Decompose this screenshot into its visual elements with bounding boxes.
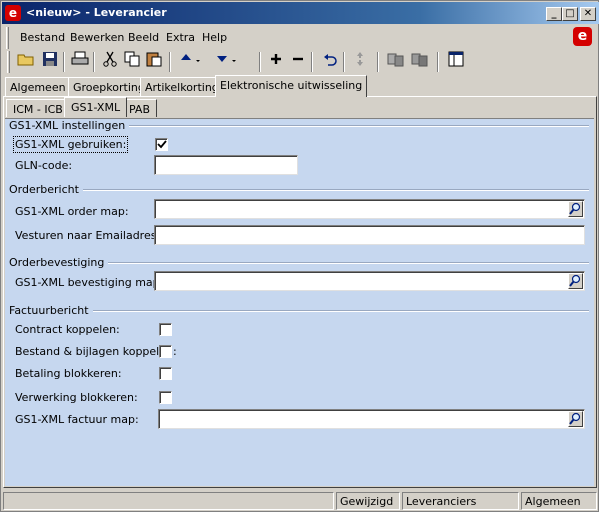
processing-block-label: Verwerking blokkeren: [15, 391, 138, 404]
window-title: <nieuw> - Leverancier [26, 6, 167, 19]
status-page: Algemeen [521, 492, 597, 510]
title-bar[interactable]: e <nieuw> - Leverancier _ □ ✕ [2, 2, 599, 24]
menu-grip[interactable] [6, 27, 9, 49]
order-map-browse-button[interactable] [568, 201, 583, 217]
sub-tabs: ICM - ICB GS1-XML PAB [6, 97, 306, 119]
section-title-gs1: GS1-XML instellingen [9, 119, 130, 132]
contract-checkbox[interactable] [159, 323, 172, 336]
application-window: e <nieuw> - Leverancier _ □ ✕ Bestand Be… [0, 0, 599, 512]
tab-groepkorting[interactable]: Groepkorting [68, 77, 150, 96]
order-map-label: GS1-XML order map: [15, 205, 129, 218]
window-layout-icon[interactable] [445, 51, 467, 73]
menu-extra[interactable]: Extra [166, 31, 195, 44]
section-title-orderbevestiging: Orderbevestiging [9, 256, 109, 269]
undo-icon[interactable] [319, 51, 341, 73]
email-label: Vesturen naar Emailadres: [15, 229, 161, 242]
print-icon[interactable] [69, 51, 91, 73]
files-label: Bestand & bijlagen koppelen: [15, 345, 177, 358]
search-icon [569, 274, 581, 287]
gs1-use-checkbox[interactable] [155, 138, 168, 151]
checkmark-icon [157, 140, 167, 149]
section-divider [9, 310, 589, 312]
confirm-map-browse-button[interactable] [568, 273, 583, 289]
toolbar-separator [259, 52, 261, 72]
add-icon[interactable] [265, 51, 287, 73]
search-icon [569, 202, 581, 215]
menu-bewerken[interactable]: Bewerken [70, 31, 124, 44]
order-map-field[interactable] [154, 199, 585, 219]
invoice-map-field[interactable] [158, 409, 585, 429]
cut-icon[interactable] [99, 51, 121, 73]
maximize-button[interactable]: □ [562, 7, 578, 21]
brand-logo-icon: e [573, 27, 592, 46]
move-up-icon[interactable] [179, 51, 201, 73]
menu-bar: Bestand Bewerken Beeld Extra Help [2, 27, 599, 49]
copy-icon[interactable] [121, 51, 143, 73]
invoice-map-browse-button[interactable] [568, 411, 583, 427]
toolbar-separator [343, 52, 345, 72]
processing-block-checkbox[interactable] [159, 391, 172, 404]
menu-bestand[interactable]: Bestand [20, 31, 65, 44]
contract-label: Contract koppelen: [15, 323, 120, 336]
toolbar-separator [63, 52, 65, 72]
subtab-icm-icb[interactable]: ICM - ICB [6, 99, 70, 117]
app-logo-icon[interactable]: e [5, 5, 21, 21]
section-title-factuurbericht: Factuurbericht [9, 304, 93, 317]
tab-elektronische-uitwisseling[interactable]: Elektronische uitwisseling [215, 75, 368, 97]
subtab-gs1-xml[interactable]: GS1-XML [64, 97, 128, 117]
tab-algemeen[interactable]: Algemeen [5, 77, 71, 96]
refresh-icon[interactable] [349, 51, 371, 73]
status-panel-main [3, 492, 334, 510]
menu-help[interactable]: Help [202, 31, 227, 44]
invoice-map-label: GS1-XML factuur map: [15, 413, 139, 426]
toolbar [5, 49, 596, 75]
status-module: Leveranciers [402, 492, 519, 510]
toolbar-separator [93, 52, 95, 72]
toolbar-separator [169, 52, 171, 72]
files-checkbox[interactable] [159, 345, 172, 358]
search-icon [569, 412, 581, 425]
payment-block-label: Betaling blokkeren: [15, 367, 122, 380]
move-down-icon[interactable] [215, 51, 237, 73]
minimize-button[interactable]: _ [546, 7, 562, 21]
section-title-orderbericht: Orderbericht [9, 183, 83, 196]
toolbar-separator [437, 52, 439, 72]
toolbar-separator [377, 52, 379, 72]
group-a-icon[interactable] [385, 51, 407, 73]
remove-icon[interactable] [287, 51, 309, 73]
gln-code-label: GLN-code: [15, 159, 73, 172]
email-field[interactable] [154, 225, 585, 245]
close-button[interactable]: ✕ [580, 7, 596, 21]
toolbar-grip[interactable] [7, 51, 10, 73]
content-area: GS1-XML instellingen GS1-XML gebruiken: … [5, 118, 594, 486]
paste-icon[interactable] [143, 51, 165, 73]
group-b-icon[interactable] [409, 51, 431, 73]
status-modified: Gewijzigd [336, 492, 400, 510]
confirm-map-label: GS1-XML bevestiging map: [15, 276, 164, 289]
gs1-use-label: GS1-XML gebruiken: [12, 136, 129, 153]
subtab-pab[interactable]: PAB [122, 99, 158, 117]
toolbar-separator [311, 52, 313, 72]
gln-code-field[interactable] [154, 155, 298, 175]
open-folder-icon[interactable] [15, 51, 37, 73]
status-bar: Gewijzigd Leveranciers Algemeen [3, 491, 598, 511]
save-icon[interactable] [39, 51, 61, 73]
tab-artikelkorting[interactable]: Artikelkorting [140, 77, 224, 96]
confirm-map-field[interactable] [154, 271, 585, 291]
section-divider [9, 189, 589, 191]
menu-beeld[interactable]: Beeld [128, 31, 159, 44]
payment-block-checkbox[interactable] [159, 367, 172, 380]
